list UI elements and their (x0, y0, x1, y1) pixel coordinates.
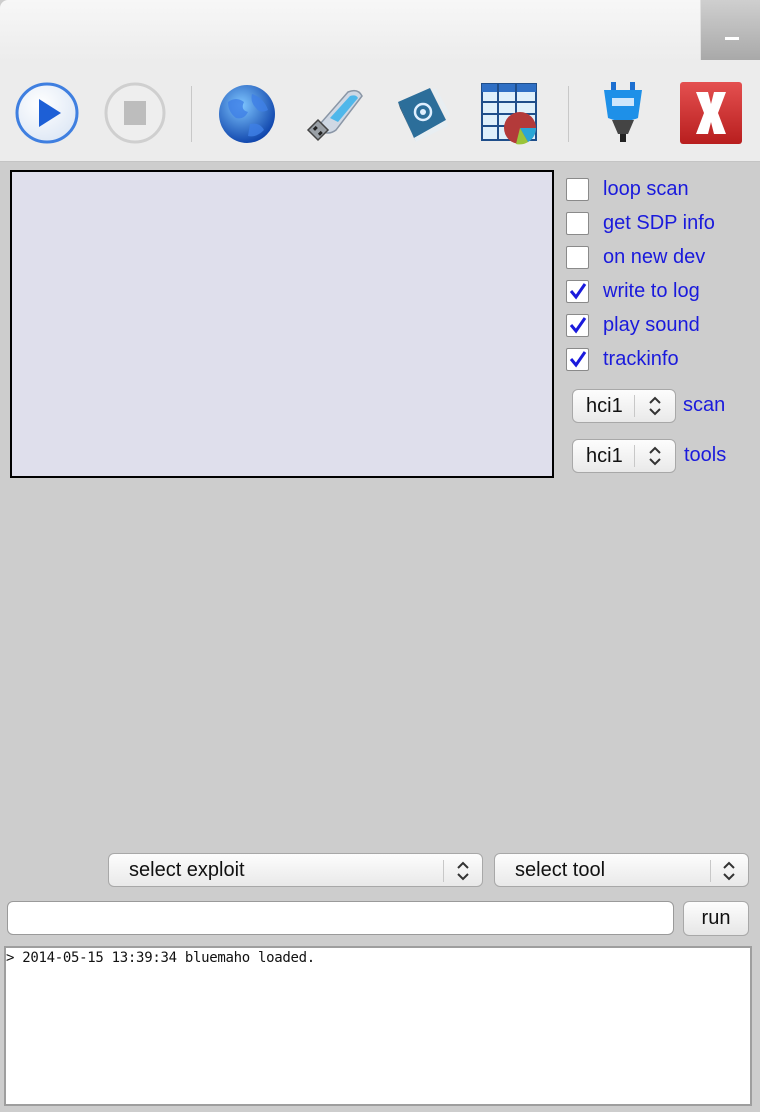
option-label: get SDP info (603, 211, 715, 234)
log-line: > 2014-05-15 13:39:34 bluemaho loaded. (6, 950, 315, 966)
option-play-sound[interactable]: play sound (566, 312, 746, 338)
checkbox[interactable] (566, 245, 589, 269)
play-icon (15, 82, 79, 144)
bluetooth-device-button[interactable] (590, 80, 656, 146)
checkbox[interactable] (566, 279, 589, 303)
red-x-icon (680, 82, 742, 144)
usb-button[interactable] (302, 80, 368, 146)
option-trackinfo[interactable]: trackinfo (566, 346, 746, 372)
stop-scan-button[interactable] (102, 80, 168, 146)
toolbar-separator (191, 86, 192, 142)
address-book-icon (398, 88, 450, 142)
up-down-arrows-icon (457, 861, 469, 881)
check-icon (569, 317, 586, 334)
select-divider (443, 860, 444, 882)
toolbar (0, 62, 760, 162)
spreadsheet-chart-icon (481, 83, 537, 145)
option-label: play sound (603, 313, 700, 336)
scan-adapter-select[interactable]: hci1 (572, 389, 676, 423)
checkbox[interactable] (566, 313, 589, 337)
tool-select-value: select tool (515, 859, 606, 881)
tool-select[interactable]: select tool (494, 853, 749, 887)
start-scan-button[interactable] (14, 80, 80, 146)
option-loop-scan[interactable]: loop scan (566, 176, 746, 202)
checkbox[interactable] (566, 211, 589, 235)
scan-adapter-value: hci1 (586, 394, 623, 417)
run-button[interactable]: run (683, 901, 749, 936)
scan-adapter-label: scan (683, 394, 726, 416)
tools-adapter-value: hci1 (586, 444, 623, 467)
address-book-button[interactable] (390, 80, 456, 146)
statistics-button[interactable] (478, 80, 544, 146)
check-icon (569, 283, 586, 300)
checkbox[interactable] (566, 347, 589, 371)
title-bar (0, 0, 760, 62)
option-label: on new dev (603, 245, 706, 268)
up-down-arrows-icon (635, 395, 675, 417)
up-down-arrows-icon (635, 445, 675, 467)
option-on-new-dev[interactable]: on new dev (566, 244, 746, 270)
checkbox[interactable] (566, 177, 589, 201)
option-get-sdp-info[interactable]: get SDP info (566, 210, 746, 236)
tools-adapter-label: tools (684, 444, 727, 466)
option-label: trackinfo (603, 347, 679, 370)
exploit-select[interactable]: select exploit (108, 853, 483, 887)
network-button[interactable] (214, 80, 280, 146)
toolbar-separator (568, 86, 569, 142)
globe-icon (219, 85, 275, 143)
bluetooth-dongle-icon (604, 82, 642, 142)
exploit-select-value: select exploit (129, 859, 245, 881)
check-icon (569, 351, 586, 368)
option-label: write to log (603, 279, 700, 302)
stop-icon (104, 82, 166, 144)
option-label: loop scan (603, 177, 689, 200)
log-output[interactable]: > 2014-05-15 13:39:34 bluemaho loaded. (4, 946, 752, 1106)
option-write-to-log[interactable]: write to log (566, 278, 746, 304)
exit-button[interactable] (678, 80, 744, 146)
tools-adapter-select[interactable]: hci1 (572, 439, 676, 473)
select-divider (710, 860, 711, 882)
device-list[interactable] (10, 170, 554, 478)
command-input[interactable] (7, 901, 674, 935)
up-down-arrows-icon (723, 861, 735, 881)
minimize-button[interactable] (700, 0, 760, 60)
usb-drive-icon (306, 89, 363, 142)
